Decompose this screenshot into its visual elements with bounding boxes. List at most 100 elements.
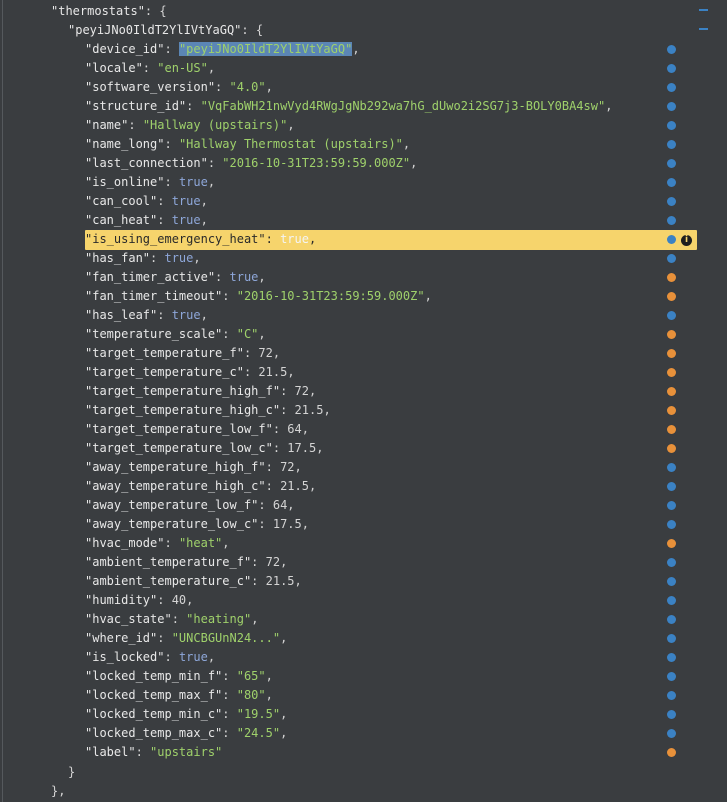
code-line[interactable]: "target_temperature_low_c": 17.5, <box>85 439 727 458</box>
json-trailing-punctuation: , <box>186 593 194 607</box>
json-trailing-punctuation: , <box>308 232 317 246</box>
json-trailing-punctuation: , <box>287 118 295 132</box>
orange-marker-dot[interactable] <box>667 425 676 434</box>
orange-marker-dot[interactable] <box>667 387 676 396</box>
blue-marker-dot[interactable] <box>667 463 676 472</box>
blue-marker-dot[interactable] <box>667 691 676 700</box>
code-line[interactable]: "locale": "en-US", <box>85 59 727 78</box>
blue-marker-dot[interactable] <box>667 634 676 643</box>
code-line[interactable]: "target_temperature_high_f": 72, <box>85 382 727 401</box>
json-trailing-punctuation: , <box>352 42 360 56</box>
orange-marker-dot[interactable] <box>667 444 676 453</box>
code-line[interactable]: "target_temperature_low_f": 64, <box>85 420 727 439</box>
blue-marker-dot[interactable] <box>667 311 676 320</box>
json-trailing-punctuation: , <box>308 479 317 493</box>
blue-marker-dot[interactable] <box>667 159 676 168</box>
blue-marker-dot[interactable] <box>667 140 676 149</box>
blue-marker-dot[interactable] <box>667 653 676 662</box>
code-line[interactable]: "is_locked": true, <box>85 648 727 667</box>
code-line[interactable]: "locked_temp_max_c": "24.5", <box>85 724 727 743</box>
json-key: "target_temperature_c" <box>85 365 244 379</box>
code-line[interactable]: "locked_temp_min_c": "19.5", <box>85 705 727 724</box>
blue-marker-dot[interactable] <box>667 197 676 206</box>
json-key: "away_temperature_high_c" <box>85 479 266 493</box>
blue-marker-dot[interactable] <box>667 501 676 510</box>
orange-marker-dot[interactable] <box>667 539 676 548</box>
json-key: "label" <box>85 745 136 759</box>
code-line[interactable]: "device_id": "peyiJNo0IldT2YlIVtYaGQ", <box>85 40 727 59</box>
json-value: true <box>280 232 309 246</box>
code-line[interactable]: "name_long": "Hallway Thermostat (upstai… <box>85 135 727 154</box>
code-line[interactable]: "humidity": 40, <box>85 591 727 610</box>
blue-marker-dot[interactable] <box>667 672 676 681</box>
code-line[interactable]: "has_fan": true, <box>85 249 727 268</box>
code-line[interactable]: "structure_id": "VqFabWH21nwVyd4RWgJgNb2… <box>85 97 727 116</box>
code-line[interactable]: "hvac_mode": "heat", <box>85 534 727 553</box>
blue-marker-dot[interactable] <box>667 520 676 529</box>
code-line[interactable]: "has_leaf": true, <box>85 306 727 325</box>
json-value: "2016-10-31T23:59:59.000Z" <box>222 156 411 170</box>
code-line-root[interactable]: "thermostats": { <box>51 2 711 21</box>
code-line[interactable]: "target_temperature_high_c": 21.5, <box>85 401 727 420</box>
blue-marker-dot[interactable] <box>667 64 676 73</box>
blue-marker-dot[interactable] <box>667 235 676 244</box>
json-value: 64 <box>272 498 288 512</box>
code-line[interactable]: "software_version": "4.0", <box>85 78 727 97</box>
blue-marker-dot[interactable] <box>667 710 676 719</box>
blue-marker-dot[interactable] <box>667 102 676 111</box>
orange-marker-dot[interactable] <box>667 273 676 282</box>
orange-marker-dot[interactable] <box>667 368 676 377</box>
blue-marker-dot[interactable] <box>667 83 676 92</box>
orange-marker-dot[interactable] <box>667 748 676 757</box>
code-line[interactable]: "is_using_emergency_heat": true, <box>85 230 727 249</box>
blue-marker-dot[interactable] <box>667 482 676 491</box>
blue-marker-dot[interactable] <box>667 577 676 586</box>
code-line[interactable]: "away_temperature_high_f": 72, <box>85 458 727 477</box>
code-line[interactable]: "where_id": "UNCBGUnN24...", <box>85 629 727 648</box>
info-icon[interactable]: i <box>681 235 692 246</box>
code-line[interactable]: "away_temperature_low_c": 17.5, <box>85 515 727 534</box>
code-line[interactable]: "locked_temp_min_f": "65", <box>85 667 727 686</box>
code-line[interactable]: "ambient_temperature_c": 21.5, <box>85 572 727 591</box>
json-key: "target_temperature_high_f" <box>85 384 281 398</box>
code-line[interactable]: "target_temperature_c": 21.5, <box>85 363 727 382</box>
code-line-close-inner[interactable]: } <box>68 763 727 782</box>
orange-marker-dot[interactable] <box>667 330 676 339</box>
blue-marker-dot[interactable] <box>667 596 676 605</box>
orange-marker-dot[interactable] <box>667 349 676 358</box>
code-editor[interactable]: "thermostats": { "peyiJNo0IldT2YlIVtYaGQ… <box>0 0 727 802</box>
code-line[interactable]: "hvac_state": "heating", <box>85 610 727 629</box>
json-value: "4.0" <box>229 80 266 94</box>
blue-marker-dot[interactable] <box>667 254 676 263</box>
code-line[interactable]: "away_temperature_high_c": 21.5, <box>85 477 727 496</box>
code-line[interactable]: "fan_timer_timeout": "2016-10-31T23:59:5… <box>85 287 727 306</box>
blue-marker-dot[interactable] <box>667 558 676 567</box>
json-value: true <box>171 194 201 208</box>
json-key: "name_long" <box>85 137 165 151</box>
orange-marker-dot[interactable] <box>667 292 676 301</box>
blue-marker-dot[interactable] <box>667 216 676 225</box>
code-line[interactable]: "last_connection": "2016-10-31T23:59:59.… <box>85 154 727 173</box>
orange-marker-dot[interactable] <box>667 406 676 415</box>
code-line-device[interactable]: "peyiJNo0IldT2YlIVtYaGQ": { <box>68 21 727 40</box>
blue-marker-dot[interactable] <box>667 45 676 54</box>
json-key: "can_cool" <box>85 194 158 208</box>
code-line[interactable]: "target_temperature_f": 72, <box>85 344 727 363</box>
blue-marker-dot[interactable] <box>667 121 676 130</box>
json-value: "65" <box>236 669 266 683</box>
blue-marker-dot[interactable] <box>667 729 676 738</box>
blue-marker-dot[interactable] <box>667 178 676 187</box>
code-line-close-outer[interactable]: }, <box>51 782 711 801</box>
code-line[interactable]: "temperature_scale": "C", <box>85 325 727 344</box>
code-line[interactable]: "name": "Hallway (upstairs)", <box>85 116 727 135</box>
code-line[interactable]: "can_heat": true, <box>85 211 727 230</box>
code-line[interactable]: "away_temperature_low_f": 64, <box>85 496 727 515</box>
code-line[interactable]: "ambient_temperature_f": 72, <box>85 553 727 572</box>
code-line[interactable]: "is_online": true, <box>85 173 727 192</box>
json-trailing-punctuation: , <box>265 669 273 683</box>
code-line[interactable]: "fan_timer_active": true, <box>85 268 727 287</box>
code-line[interactable]: "label": "upstairs" <box>85 743 727 762</box>
code-line[interactable]: "locked_temp_max_f": "80", <box>85 686 727 705</box>
code-line[interactable]: "can_cool": true, <box>85 192 727 211</box>
blue-marker-dot[interactable] <box>667 615 676 624</box>
